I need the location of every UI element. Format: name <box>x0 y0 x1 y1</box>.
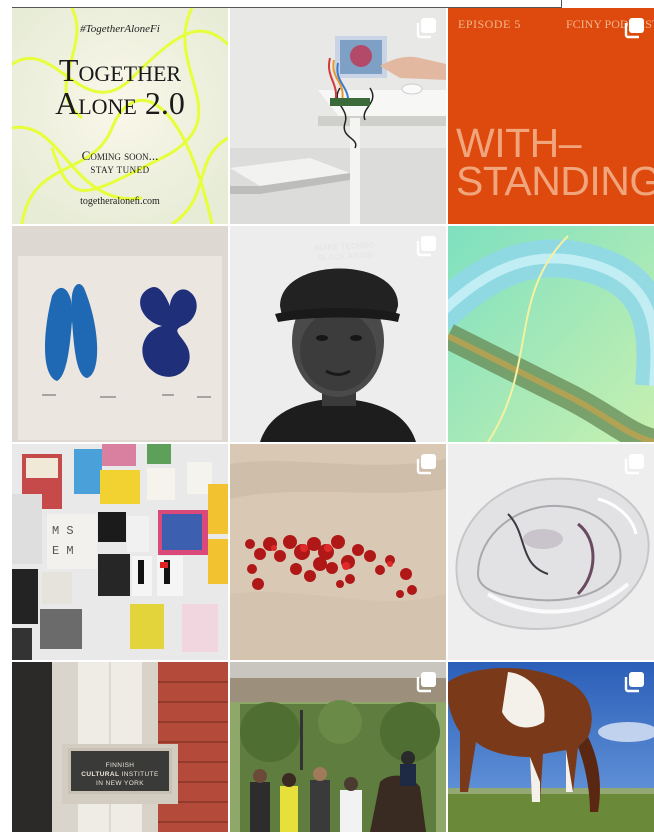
episode-label: EPISODE 5 <box>458 17 521 31</box>
institute-plaque: FINNISH CULTURAL INSTITUTE IN NEW YORK <box>68 748 172 794</box>
svg-text:E M: E M <box>52 544 74 558</box>
sand-flowers-photo <box>230 444 446 660</box>
coming-soon-text: Coming soon... <box>81 148 159 163</box>
carousel-icon <box>623 671 645 693</box>
carousel-icon <box>415 453 437 475</box>
carousel-icon <box>415 17 437 39</box>
post-tile-blue-shapes[interactable] <box>12 226 228 442</box>
glass-sculpture-render <box>448 226 654 442</box>
podcast-headline: WITH– STANDING <box>456 120 654 204</box>
carousel-icon <box>415 235 437 257</box>
website-text: togetheraloneﬁ.com <box>80 196 160 207</box>
post-tile-glass-tube[interactable] <box>448 226 654 442</box>
post-title: Together Alone 2.0 <box>55 52 185 121</box>
left-margin <box>0 8 12 832</box>
crowd-photo <box>230 662 446 832</box>
post-tile-podcast[interactable]: EPISODE 5 FCINY PODCAST WITH– STANDING <box>448 8 654 224</box>
post-tile-portrait[interactable]: MAKE TECHNO BLACK AGAIN <box>230 226 446 442</box>
post-tile-horse[interactable] <box>448 662 654 832</box>
glass-sculpture-photo <box>448 444 654 660</box>
post-tile-together-alone[interactable]: #TogetherAloneFi Together Alone 2.0 Comin… <box>12 8 228 224</box>
books-table-photo: M S E M <box>12 444 228 660</box>
post-tile-sand-flowers[interactable] <box>230 444 446 660</box>
carousel-icon <box>415 671 437 693</box>
post-tile-books[interactable]: M S E M <box>12 444 228 660</box>
stay-tuned-text: STAY TUNED <box>90 165 150 175</box>
svg-text:M S: M S <box>52 524 74 538</box>
blue-shapes-artwork <box>12 226 228 442</box>
post-grid: #TogetherAloneFi Together Alone 2.0 Comin… <box>12 8 654 832</box>
post-tile-crowd[interactable] <box>230 662 446 832</box>
post-tile-installation[interactable] <box>230 8 446 224</box>
building-photo <box>12 662 228 832</box>
post-tile-institute-sign[interactable]: FINNISH CULTURAL INSTITUTE IN NEW YORK <box>12 662 228 832</box>
installation-photo <box>230 8 446 224</box>
top-divider <box>0 0 654 8</box>
carousel-icon <box>623 453 645 475</box>
hashtag-text: #TogetherAloneFi <box>80 23 160 35</box>
post-tile-glass-sculpture[interactable] <box>448 444 654 660</box>
carousel-icon <box>623 17 645 39</box>
cap-text: MAKE TECHNO BLACK AGAIN <box>314 240 375 263</box>
